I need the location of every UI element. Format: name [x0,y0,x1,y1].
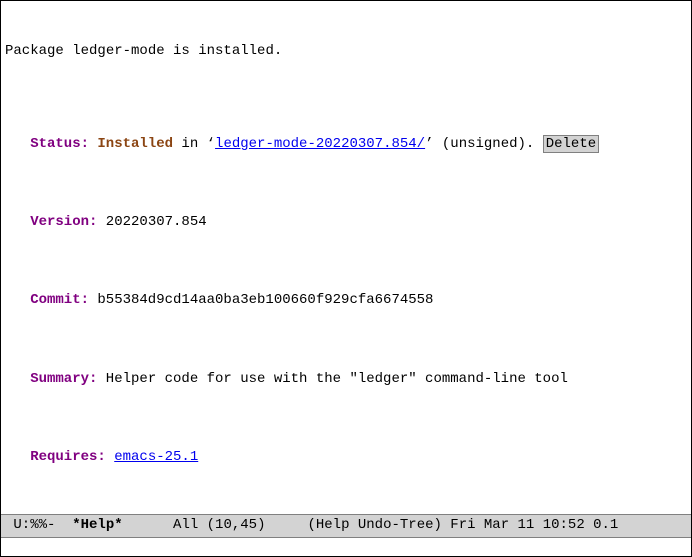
modeline-mid: All (10,45) (Help Undo-Tree) Fri Mar 11 … [123,517,619,533]
modeline-left: U:%%- [5,517,72,533]
requires-row: Requires: emacs-25.1 [5,448,687,468]
help-buffer[interactable]: Package ledger-mode is installed. Status… [1,1,691,514]
buffer-name: *Help* [72,517,122,533]
emacs-frame: Package ledger-mode is installed. Status… [0,0,692,557]
version-value: 20220307.854 [97,214,206,230]
package-title: Package ledger-mode is installed. [5,42,687,62]
unsigned-text: (unsigned). [434,136,543,152]
echo-area[interactable] [1,538,691,556]
mode-line[interactable]: U:%%- *Help* All (10,45) (Help Undo-Tree… [1,514,691,538]
requires-link[interactable]: emacs-25.1 [114,449,198,465]
status-label: Status: [5,135,89,155]
delete-button[interactable]: Delete [543,135,599,153]
summary-row: Summary: Helper code for use with the "l… [5,370,687,390]
version-row: Version: 20220307.854 [5,213,687,233]
requires-label: Requires: [5,448,106,468]
status-row: Status: Installed in ‘ledger-mode-202203… [5,135,687,155]
status-value: Installed [97,136,173,152]
commit-label: Commit: [5,291,89,311]
version-label: Version: [5,213,97,233]
commit-value: b55384d9cd14aa0ba3eb100660f929cfa6674558 [89,292,433,308]
commit-row: Commit: b55384d9cd14aa0ba3eb100660f929cf… [5,291,687,311]
summary-label: Summary: [5,370,97,390]
summary-value: Helper code for use with the "ledger" co… [97,371,567,387]
package-dir-link[interactable]: ledger-mode-20220307.854/ [215,136,425,152]
status-in-text: in [173,136,207,152]
